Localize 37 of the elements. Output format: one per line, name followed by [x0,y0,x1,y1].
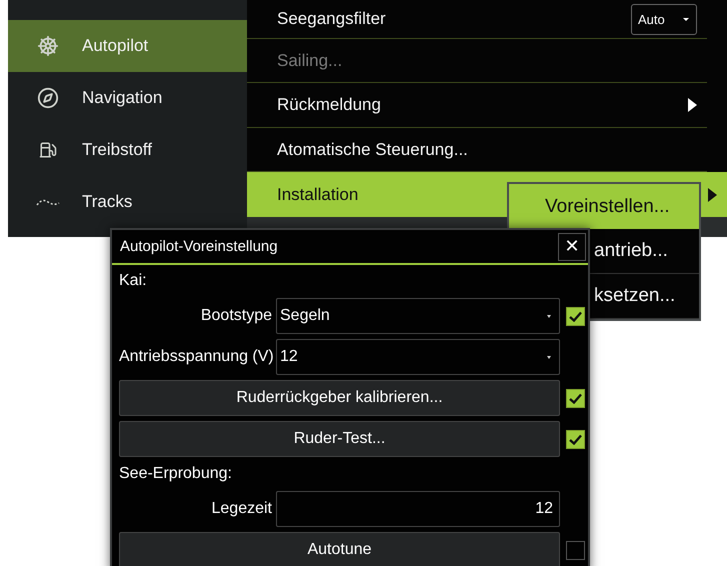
action-button[interactable]: Ruderrückgeber kalibrieren... [119,380,560,416]
dropdown-field[interactable]: Segeln [276,298,560,334]
checkmark-icon [568,434,582,444]
checkmark-icon [568,392,582,404]
fuel-pump-icon [39,141,57,159]
checkbox[interactable] [566,430,584,448]
caret-icon [545,314,553,318]
arrow-icon [688,98,697,112]
checkbox[interactable] [566,388,584,408]
dialog-title: Autopilot-Voreinstellung [120,238,278,255]
action-button[interactable]: Autotune [119,532,560,566]
caret-icon [545,354,553,360]
close-button[interactable]: ✕ [558,232,586,260]
ship-wheel-icon [37,35,59,57]
submenu-item[interactable]: Voreinstellen... [509,184,699,229]
section-label: See-Erprobung: [119,465,233,483]
checkbox[interactable] [566,306,584,326]
checkmark-icon [568,310,582,322]
sidebar-item[interactable]: Tracks [8,176,247,228]
section-label: Kai: [119,272,148,290]
menu-item[interactable]: Rückmeldung [247,83,707,128]
dropdown-field[interactable]: 12 [276,339,560,375]
field-label: Antriebsspannung (V) [119,348,275,366]
field-label: Legezeit [210,500,273,518]
sidebar-item[interactable]: Navigation [8,72,247,124]
compass-icon [37,87,59,109]
sidebar-item[interactable]: Autopilot [8,20,247,72]
menu-item[interactable]: Seegangsfilter Auto [247,0,707,39]
sidebar-item[interactable]: Treibstoff [8,124,247,176]
checkbox[interactable] [566,540,584,560]
arrow-icon [708,188,717,202]
field-label: Bootstype [200,307,273,325]
dropdown-field[interactable]: Auto [631,4,697,34]
input-field[interactable]: 12 [276,491,560,527]
caret-icon [682,16,690,22]
track-icon [36,197,60,207]
action-button[interactable]: Ruder-Test... [119,421,560,457]
